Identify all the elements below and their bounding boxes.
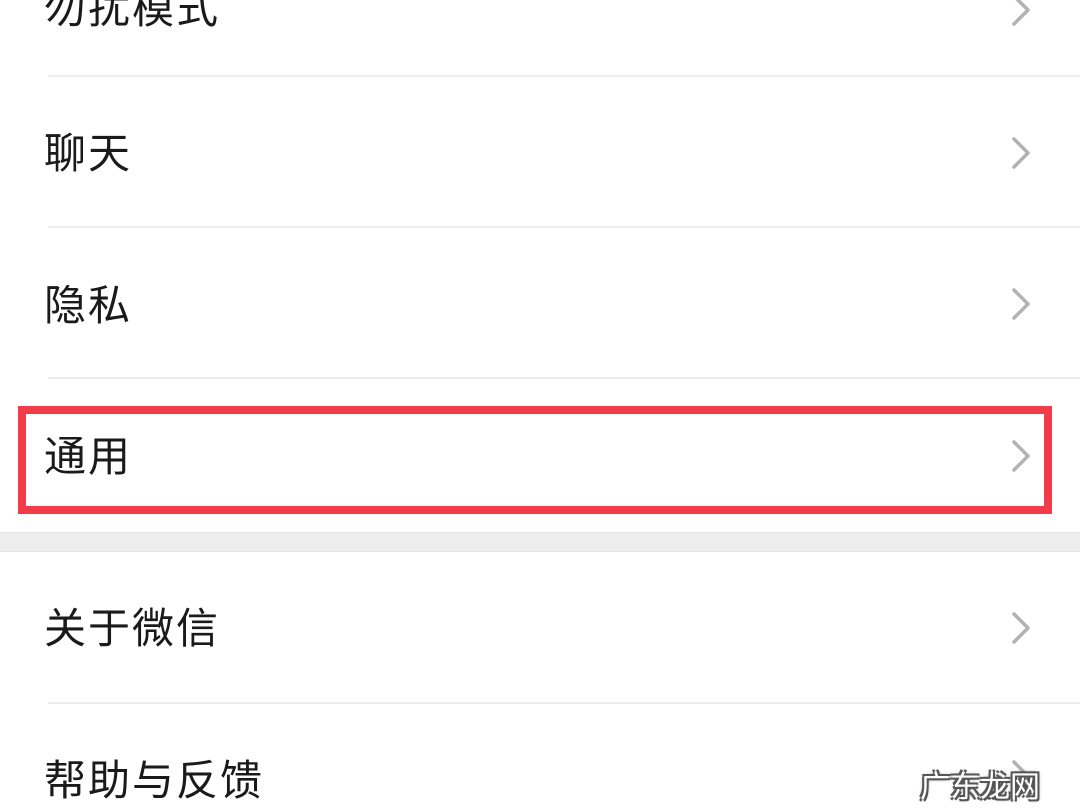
watermark: 广东龙网 bbox=[920, 770, 1040, 805]
settings-item-label: 帮助与反馈 bbox=[44, 756, 265, 805]
section-separator bbox=[0, 532, 1080, 552]
settings-item-do-not-disturb[interactable]: 勿扰模式 bbox=[0, 0, 1080, 76]
settings-item-label: 勿扰模式 bbox=[44, 0, 221, 33]
chevron-right-icon bbox=[1004, 608, 1036, 648]
settings-item-chat[interactable]: 聊天 bbox=[0, 77, 1080, 227]
settings-item-label: 关于微信 bbox=[44, 604, 221, 653]
settings-item-privacy[interactable]: 隐私 bbox=[0, 228, 1080, 378]
chevron-right-icon bbox=[1004, 133, 1036, 173]
settings-item-label: 聊天 bbox=[44, 129, 133, 178]
settings-item-about-wechat[interactable]: 关于微信 bbox=[0, 552, 1080, 702]
settings-item-label: 通用 bbox=[44, 432, 133, 481]
chevron-right-icon bbox=[1004, 284, 1036, 324]
chevron-right-icon bbox=[1004, 0, 1036, 30]
chevron-right-icon bbox=[1004, 436, 1036, 476]
settings-item-general[interactable]: 通用 bbox=[0, 379, 1080, 532]
settings-item-label: 隐私 bbox=[44, 281, 133, 330]
settings-screen: 勿扰模式 聊天 隐私 通用 关于微信 帮助与反馈 广东龙网 bbox=[0, 0, 1080, 808]
settings-item-help-feedback[interactable]: 帮助与反馈 bbox=[0, 704, 1080, 808]
